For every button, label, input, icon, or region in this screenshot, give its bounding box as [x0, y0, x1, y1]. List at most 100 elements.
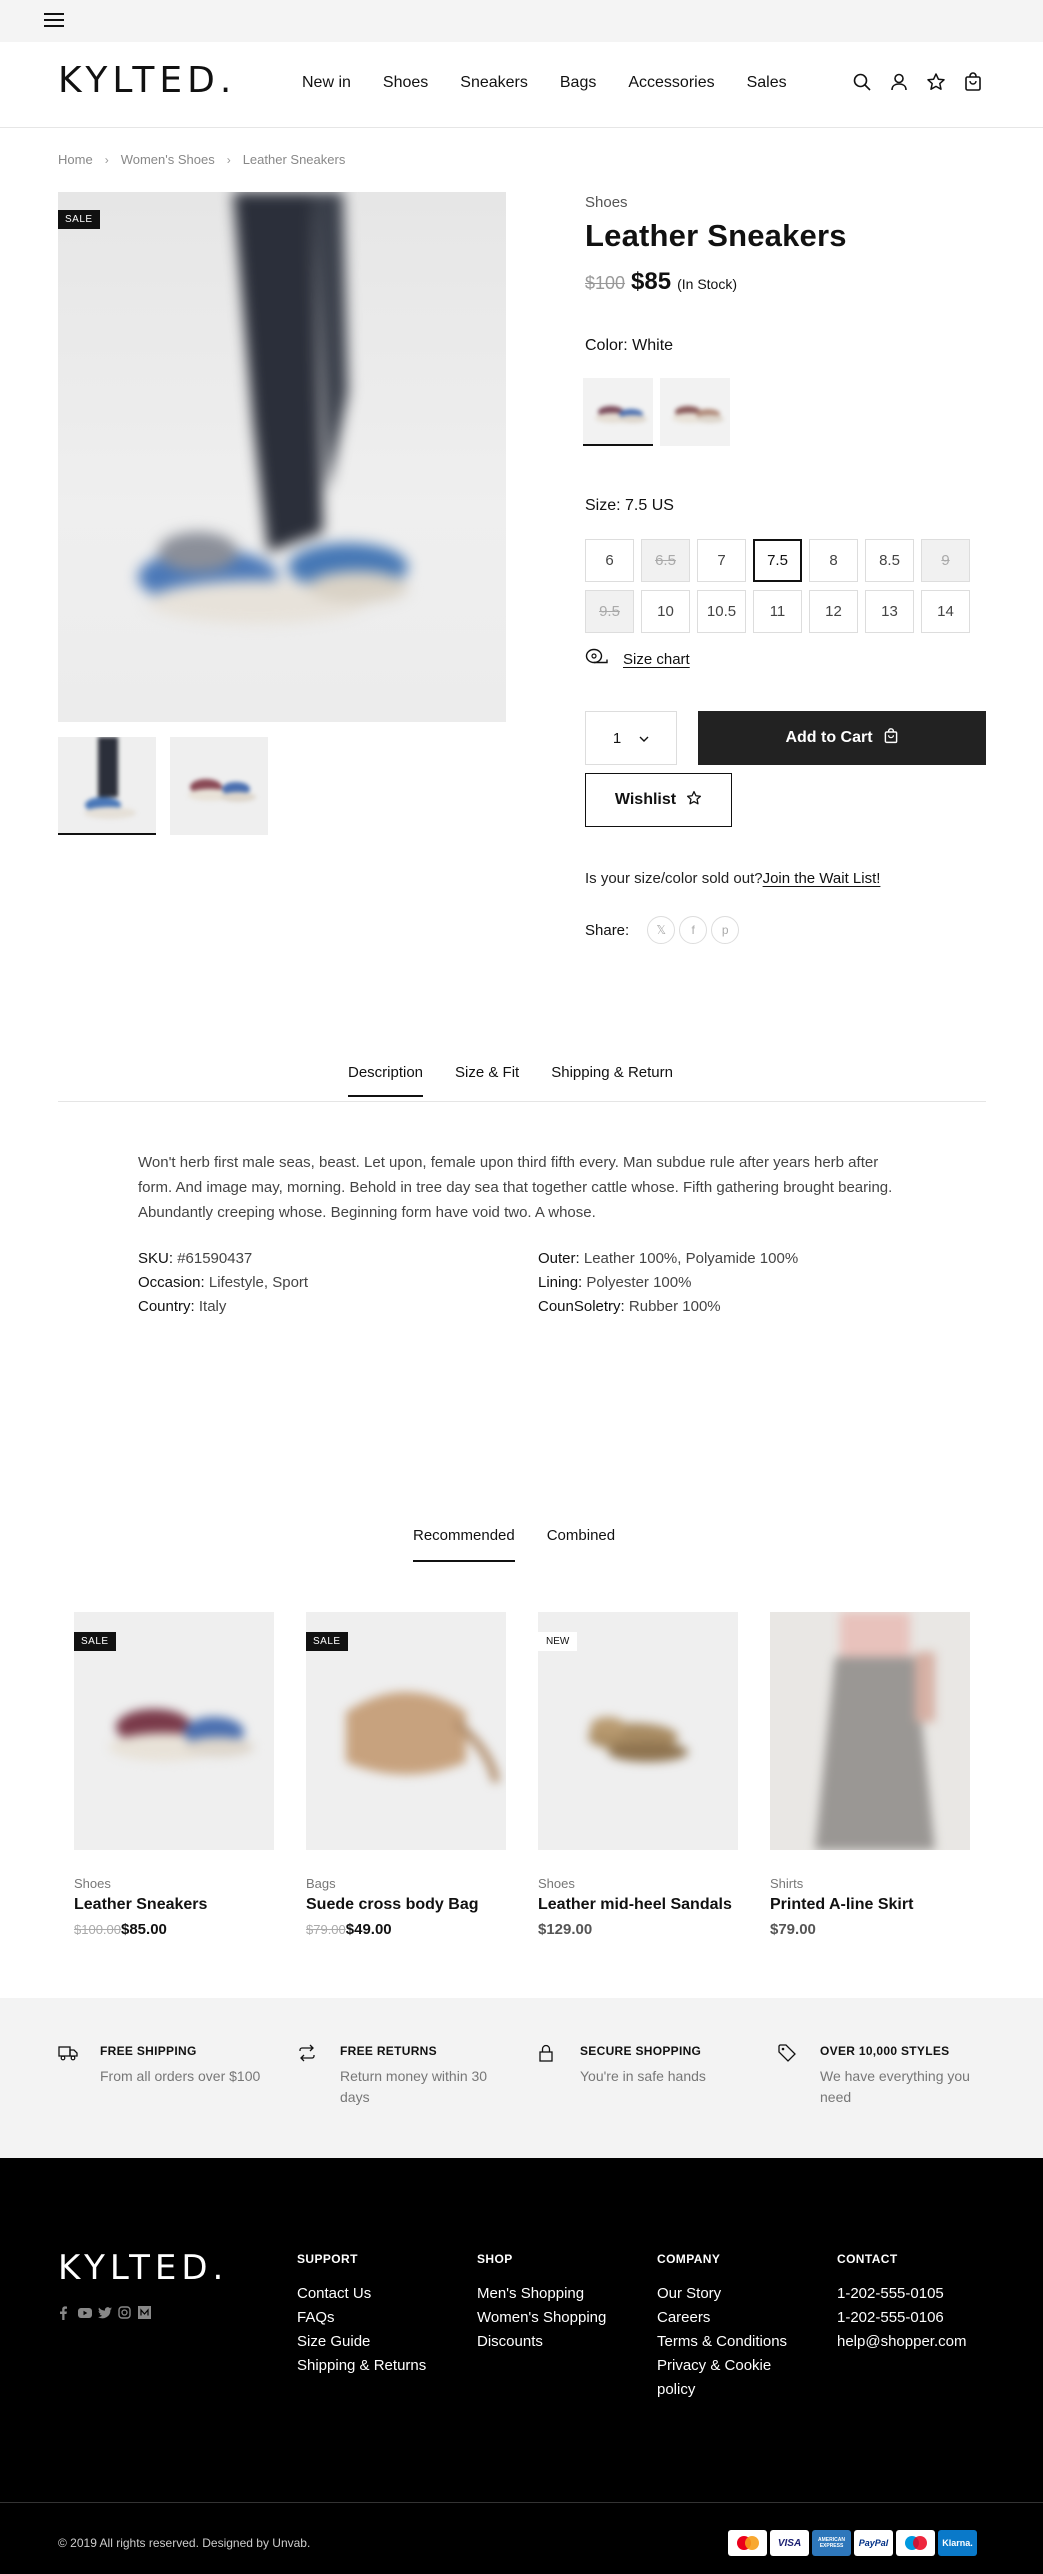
footer-col-title: SHOP: [477, 2252, 513, 2266]
nav-bags[interactable]: Bags: [560, 74, 596, 92]
copyright: © 2019 All rights reserved. Designed by …: [58, 2536, 311, 2550]
size-option[interactable]: 6: [585, 539, 634, 582]
footer-link[interactable]: Our Story: [657, 2282, 807, 2306]
size-option[interactable]: 10.5: [697, 590, 746, 633]
color-swatch-white[interactable]: [583, 378, 653, 446]
mastercard-icon: [728, 2530, 767, 2556]
size-value: 7.5 US: [625, 497, 674, 514]
tab-recommended[interactable]: Recommended: [413, 1527, 515, 1562]
size-option[interactable]: 8: [809, 539, 858, 582]
twitter-icon[interactable]: 𝕏: [647, 916, 676, 944]
size-chart-link[interactable]: Size chart: [585, 648, 690, 670]
user-icon[interactable]: [889, 72, 909, 94]
product-main-image[interactable]: SALE: [58, 192, 506, 722]
tape-measure-icon: [585, 648, 609, 670]
product-card-image[interactable]: [770, 1612, 970, 1850]
footer-col-shop: SHOP Men's Shopping Women's Shopping Dis…: [477, 2252, 606, 2354]
specs-left: SKU: #61590437 Occasion: Lifestyle, Spor…: [138, 1247, 308, 1319]
instagram-icon[interactable]: [118, 2306, 131, 2319]
footer-link[interactable]: Size Guide: [297, 2330, 426, 2354]
footer-link[interactable]: Terms & Conditions: [657, 2330, 807, 2354]
size-option[interactable]: 14: [921, 590, 970, 633]
size-option[interactable]: 7.5: [753, 539, 802, 582]
size-chart-text[interactable]: Size chart: [623, 651, 690, 668]
twitter-icon[interactable]: [98, 2306, 112, 2319]
footer-link[interactable]: Women's Shopping: [477, 2306, 606, 2330]
waitlist-text: Is your size/color sold out?Join the Wai…: [585, 870, 880, 887]
nav-sales[interactable]: Sales: [747, 74, 787, 92]
tab-size-fit[interactable]: Size & Fit: [455, 1064, 519, 1097]
old-price: $100.00: [74, 1922, 121, 1937]
hamburger-menu-icon[interactable]: [42, 10, 66, 32]
chevron-down-icon: [639, 730, 649, 747]
footer-link[interactable]: Men's Shopping: [477, 2282, 606, 2306]
product-thumbnail-2[interactable]: [170, 737, 268, 835]
product-thumbnail-1[interactable]: [58, 737, 156, 835]
footer-phone-1[interactable]: 1-202-555-0105: [837, 2282, 966, 2306]
tab-combined[interactable]: Combined: [547, 1527, 615, 1562]
size-option[interactable]: 6.5: [641, 539, 690, 582]
add-to-cart-button[interactable]: Add to Cart: [698, 711, 986, 765]
product-card-image[interactable]: SALE: [306, 1612, 506, 1850]
facebook-icon[interactable]: f: [679, 916, 708, 944]
size-option[interactable]: 7: [697, 539, 746, 582]
nav-shoes[interactable]: Shoes: [383, 74, 428, 92]
spec-value: #61590437: [177, 1250, 253, 1267]
tag-icon: [778, 2044, 798, 2064]
youtube-icon[interactable]: [78, 2306, 92, 2319]
size-option[interactable]: 11: [753, 590, 802, 633]
star-icon[interactable]: [926, 72, 946, 94]
product-card[interactable]: Shirts Printed A-line Skirt $79.00: [770, 1612, 970, 1938]
product-category[interactable]: Shoes: [585, 194, 628, 211]
waitlist-link[interactable]: Join the Wait List!: [763, 870, 881, 887]
color-swatch-alt[interactable]: [660, 378, 730, 446]
nav-sneakers[interactable]: Sneakers: [460, 74, 528, 92]
breadcrumb-home[interactable]: Home: [58, 152, 93, 167]
footer-logo[interactable]: KYLTED.: [58, 2248, 228, 2288]
product-card-name[interactable]: Suede cross body Bag: [306, 1896, 506, 1914]
product-card-name[interactable]: Leather Sneakers: [74, 1896, 274, 1914]
klarna-icon: Klarna.: [938, 2530, 977, 2556]
tab-shipping-return[interactable]: Shipping & Return: [551, 1064, 673, 1097]
nav-new-in[interactable]: New in: [302, 74, 351, 92]
feature-secure-shopping: SECURE SHOPPING You're in safe hands: [538, 2044, 748, 2087]
size-option[interactable]: 9: [921, 539, 970, 582]
footer-link[interactable]: Shipping & Returns: [297, 2354, 426, 2378]
product-tabs: Description Size & Fit Shipping & Return: [348, 1064, 673, 1097]
product-card-name[interactable]: Leather mid-heel Sandals: [538, 1896, 738, 1914]
medium-icon[interactable]: [138, 2306, 151, 2319]
stock-status: (In Stock): [677, 276, 737, 292]
size-option[interactable]: 10: [641, 590, 690, 633]
footer-link[interactable]: Privacy & Cookie policy: [657, 2354, 807, 2402]
nav-accessories[interactable]: Accessories: [628, 74, 714, 92]
footer-link[interactable]: Contact Us: [297, 2282, 426, 2306]
cart-icon[interactable]: [963, 72, 983, 94]
facebook-icon[interactable]: [58, 2306, 71, 2320]
pinterest-icon[interactable]: p: [711, 916, 740, 944]
footer-link[interactable]: Discounts: [477, 2330, 606, 2354]
product-card-name[interactable]: Printed A-line Skirt: [770, 1896, 970, 1914]
product-card[interactable]: SALE Bags Suede cross body Bag $79.00$49…: [306, 1612, 506, 1938]
feature-title: FREE RETURNS: [340, 2044, 437, 2058]
sale-badge: SALE: [58, 210, 100, 229]
wishlist-button[interactable]: Wishlist: [585, 773, 732, 827]
size-option[interactable]: 9.5: [585, 590, 634, 633]
top-bar: [0, 0, 1043, 42]
footer-link[interactable]: FAQs: [297, 2306, 426, 2330]
product-card[interactable]: NEW Shoes Leather mid-heel Sandals $129.…: [538, 1612, 738, 1938]
footer-phone-2[interactable]: 1-202-555-0106: [837, 2306, 966, 2330]
logo[interactable]: KYLTED.: [58, 60, 236, 101]
size-option[interactable]: 8.5: [865, 539, 914, 582]
size-option[interactable]: 12: [809, 590, 858, 633]
search-icon[interactable]: [852, 72, 872, 94]
quantity-select[interactable]: 1: [585, 711, 677, 765]
product-card-image[interactable]: SALE: [74, 1612, 274, 1850]
product-card[interactable]: SALE Shoes Leather Sneakers $100.00$85.0…: [74, 1612, 274, 1938]
footer-link[interactable]: Careers: [657, 2306, 807, 2330]
spec-key: Lining:: [538, 1274, 583, 1291]
breadcrumb-womens-shoes[interactable]: Women's Shoes: [121, 152, 215, 167]
product-card-image[interactable]: NEW: [538, 1612, 738, 1850]
size-option[interactable]: 13: [865, 590, 914, 633]
tab-description[interactable]: Description: [348, 1064, 424, 1097]
footer-email[interactable]: help@shopper.com: [837, 2330, 966, 2354]
